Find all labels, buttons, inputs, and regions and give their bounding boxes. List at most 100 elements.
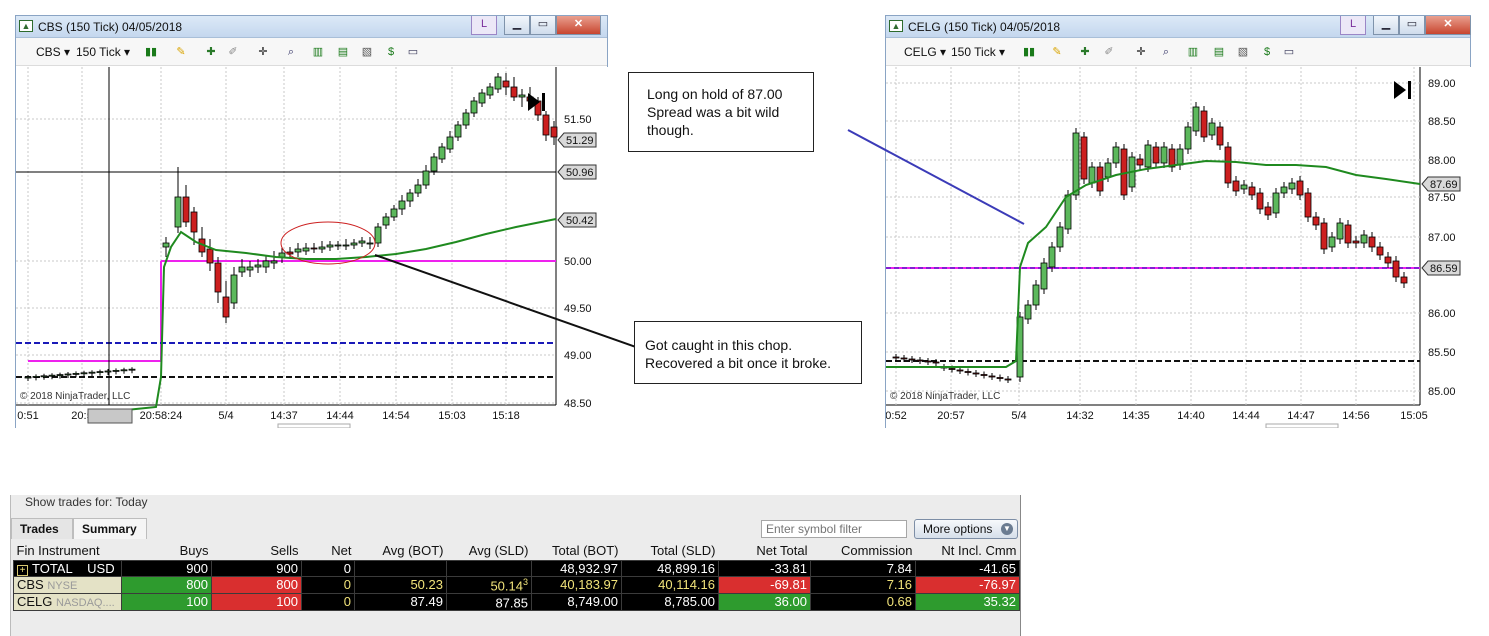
celg-title-bar[interactable]: ▲ CELG (150 Tick) 04/05/2018 L ▁ ▭ ✕ (886, 16, 1471, 38)
cbs-chart-canvas[interactable]: 51.5050.0049.5049.0048.500:51 20:5 20:58:2… (16, 67, 609, 428)
instrument-label: CELG (904, 45, 937, 59)
chart-properties-icon[interactable]: ▧ (360, 45, 374, 59)
symbol-filter-input[interactable] (761, 520, 907, 538)
col-total-sld[interactable]: Total (SLD) (621, 542, 719, 560)
cbs-net: 0 (301, 575, 355, 594)
candle-down (908, 358, 916, 361)
candle-up (430, 156, 438, 172)
strategy-icon[interactable]: ▤ (1212, 45, 1226, 59)
candle-up (96, 371, 104, 374)
tab-trades[interactable]: Trades (11, 518, 73, 539)
go-to-end-bar (1408, 81, 1411, 99)
cbs-exchange: NYSE (47, 580, 78, 593)
maximize-button[interactable]: ▭ (530, 16, 556, 35)
time-tick-label: 14:56 (1342, 410, 1370, 422)
pin-icon[interactable]: ✚ (1078, 45, 1092, 59)
cbs-avg-sld-sup: 3 (522, 576, 528, 587)
bar-type-icon[interactable]: ▮▮ (144, 45, 158, 59)
candle-up (56, 374, 64, 377)
zoom-icon[interactable]: ⌕ (284, 45, 298, 59)
minimize-button[interactable]: ▁ (1373, 16, 1399, 35)
candle-up (326, 244, 334, 248)
candle-up (72, 372, 80, 375)
time-tick-label: 14:47 (1287, 410, 1315, 422)
chart-properties-icon[interactable]: ▧ (1236, 45, 1250, 59)
chart-app-icon: ▲ (889, 20, 903, 32)
cbs-instrument-cell: CBS NYSE (13, 575, 122, 594)
col-buys[interactable]: Buys (121, 542, 212, 560)
bar-type-icon[interactable]: ▮▮ (1022, 45, 1036, 59)
pin-icon[interactable]: ✚ (204, 45, 218, 59)
candle-up (414, 184, 422, 194)
cbs-net-total: -69.81 (718, 575, 811, 594)
cbs-toolbar: CBS ▾ 150 Tick ▾ ▮▮ ✎ ✚ ✐ ✛ ⌕ ▥ ▤ ▧ $ ▭ (16, 38, 607, 66)
candle-down (1312, 216, 1320, 226)
price-tick-label: 49.00 (564, 350, 592, 362)
crosshair-time-box (87, 408, 133, 424)
panel-icon[interactable]: ▭ (1282, 45, 1296, 59)
strategy-icon[interactable]: ▤ (336, 45, 350, 59)
col-total-bot[interactable]: Total (BOT) (531, 542, 622, 560)
col-avg-bot[interactable]: Avg (BOT) (354, 542, 447, 560)
zoom-icon[interactable]: ⌕ (1159, 45, 1173, 59)
candle-up (262, 260, 270, 268)
maximize-button[interactable]: ▭ (1399, 16, 1425, 35)
celg-chart-window: ▲ CELG (150 Tick) 04/05/2018 L ▁ ▭ ✕ CEL… (885, 15, 1472, 428)
crosshair-icon[interactable]: ✛ (1134, 45, 1148, 59)
candle-up (1328, 236, 1336, 248)
col-net[interactable]: Net (301, 542, 355, 560)
price-tick-label: 51.50 (564, 114, 592, 126)
col-net-total[interactable]: Net Total (718, 542, 811, 560)
link-button[interactable]: L (471, 16, 497, 35)
col-commission[interactable]: Commission (810, 542, 916, 560)
col-fin-instrument[interactable]: Fin Instrument (13, 542, 122, 560)
instrument-selector[interactable]: CBS ▾ (36, 45, 70, 59)
dollar-icon[interactable]: $ (1260, 45, 1274, 59)
indicator-icon[interactable]: ▥ (311, 45, 325, 59)
cbs-avg-bot: 50.23 (354, 575, 447, 594)
candle-up (390, 208, 398, 218)
candle-up (1192, 106, 1200, 132)
expand-plus-icon[interactable]: + (17, 564, 28, 576)
col-sells[interactable]: Sells (211, 542, 302, 560)
close-button[interactable]: ✕ (1425, 16, 1471, 35)
candle-up (302, 247, 310, 252)
interval-selector[interactable]: 150 Tick ▾ (76, 45, 130, 59)
table-row[interactable]: CELG NASDAQ.... 100 100 0 87.49 87.85 8,… (13, 592, 1020, 612)
cbs-title-bar[interactable]: ▲ CBS (150 Tick) 04/05/2018 L ▁ ▭ ✕ (16, 16, 607, 38)
candle-down (510, 86, 518, 98)
minimize-button[interactable]: ▁ (504, 16, 530, 35)
pencil-icon[interactable]: ✎ (174, 45, 188, 59)
eraser-icon[interactable]: ✐ (226, 45, 240, 59)
tab-summary[interactable]: Summary (73, 518, 147, 539)
celg-chart-canvas[interactable]: 89.00 88.50 88.00 87.50 87.00 86.00 85.50 85.00… (886, 67, 1472, 428)
price-tick-label: 85.50 (1428, 347, 1456, 359)
dollar-icon[interactable]: $ (384, 45, 398, 59)
candle-up (48, 374, 56, 377)
price-tick-label: 87.50 (1428, 192, 1456, 204)
col-avg-sld[interactable]: Avg (SLD) (446, 542, 532, 560)
candle-up (80, 372, 88, 375)
instrument-selector[interactable]: CELG ▾ (904, 45, 946, 59)
panel-icon[interactable]: ▭ (406, 45, 420, 59)
col-nt-incl-cmm[interactable]: Nt Incl. Cmm (915, 542, 1020, 560)
price-flag-label: 50.96 (566, 167, 594, 179)
link-button[interactable]: L (1340, 16, 1366, 35)
interval-selector[interactable]: 150 Tick ▾ (951, 45, 1005, 59)
candle-down (1264, 206, 1272, 216)
crosshair-icon[interactable]: ✛ (256, 45, 270, 59)
cbs-sells: 800 (211, 575, 302, 594)
indicator-icon[interactable]: ▥ (1186, 45, 1200, 59)
table-row[interactable]: CBS NYSE 800 800 0 50.23 50.143 40,183.9… (13, 575, 1020, 594)
close-button[interactable]: ✕ (556, 16, 601, 35)
celg-note-line-1: Long on hold of 87.00 (647, 86, 783, 102)
more-options-button[interactable]: More options ▼ (914, 519, 1018, 539)
time-tick-label: 0:51 (17, 410, 38, 422)
eraser-icon[interactable]: ✐ (1102, 45, 1116, 59)
total-row[interactable]: + TOTAL USD 900 900 0 48,932.97 48,899.16… (13, 559, 1020, 577)
pencil-icon[interactable]: ✎ (1050, 45, 1064, 59)
time-tick-label: 14:37 (270, 410, 298, 422)
total-total-bot: 48,932.97 (531, 559, 622, 577)
candle-down (916, 359, 924, 362)
total-instrument-cell: + TOTAL USD (13, 559, 122, 577)
